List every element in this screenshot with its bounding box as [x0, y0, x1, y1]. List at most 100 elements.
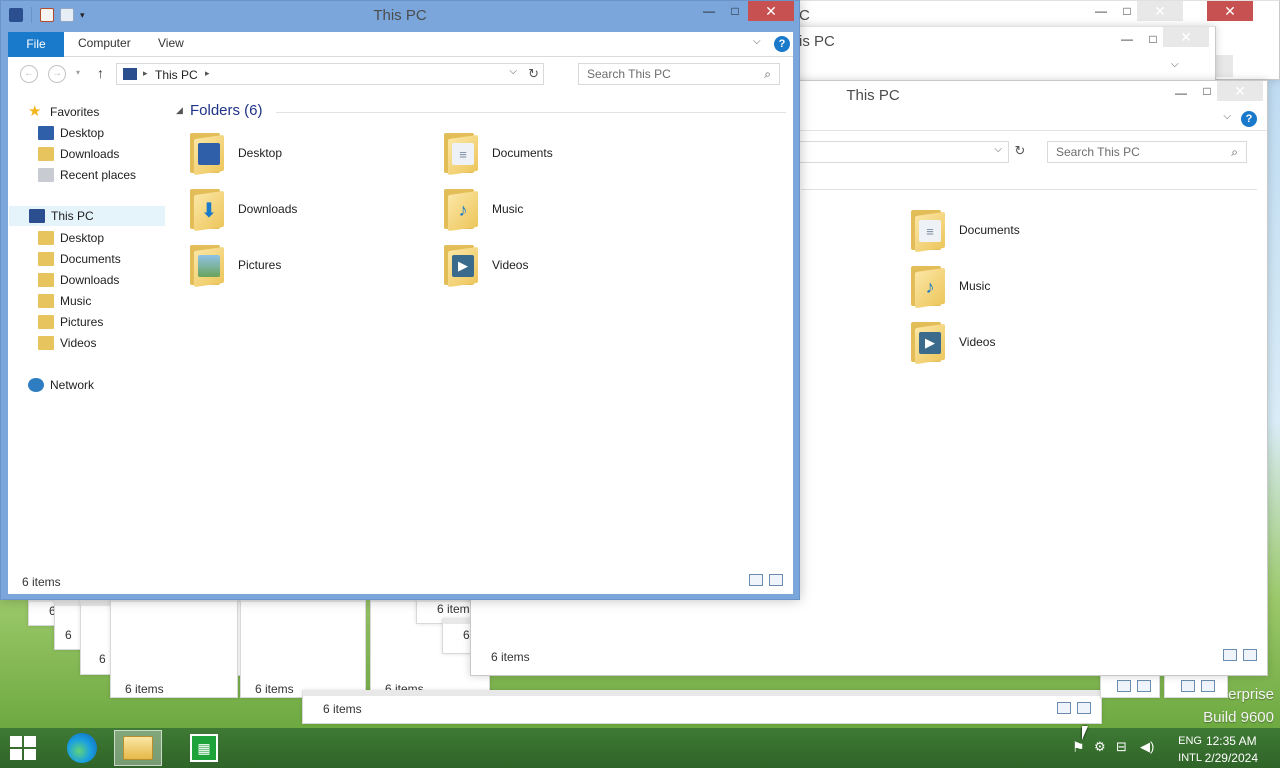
search-placeholder: Search This PC: [587, 67, 671, 81]
clock[interactable]: 12:35 AM 2/29/2024: [1205, 733, 1258, 767]
search-icon[interactable]: ⌕: [1231, 145, 1238, 160]
large-icons-view-icon[interactable]: [1137, 680, 1151, 692]
details-view-icon[interactable]: [1181, 680, 1195, 692]
start-button[interactable]: [10, 736, 38, 762]
taskbar-store[interactable]: ▦: [180, 730, 228, 766]
forward-arrow-icon[interactable]: →: [48, 65, 66, 83]
nav-pc-music[interactable]: Music: [38, 291, 91, 311]
collapse-caret-icon[interactable]: ◢: [176, 105, 183, 116]
downloads-folder-icon: ⬇: [188, 187, 224, 232]
nav-pc-downloads[interactable]: Downloads: [38, 270, 119, 290]
details-view-icon[interactable]: [1223, 649, 1237, 661]
refresh-icon[interactable]: ↻: [528, 66, 539, 82]
chevron-down-icon[interactable]: ⌵: [1223, 111, 1231, 122]
close-button[interactable]: ✕: [748, 1, 794, 21]
close-button[interactable]: ✕: [1207, 1, 1253, 21]
breadcrumb[interactable]: This PC: [155, 68, 198, 82]
maximize-button[interactable]: □: [721, 1, 749, 21]
large-icons-view-icon[interactable]: [769, 574, 783, 586]
folders-group-header[interactable]: ◢ Folders (6): [176, 102, 786, 122]
large-icons-view-icon[interactable]: [1201, 680, 1215, 692]
title-bar[interactable]: This PC — □ ✕: [1, 1, 799, 31]
minimize-button[interactable]: —: [1167, 83, 1195, 103]
back-arrow-icon[interactable]: ←: [20, 65, 38, 83]
folder-videos[interactable]: ▶ Videos: [909, 317, 1149, 367]
nav-network[interactable]: Network: [28, 375, 94, 395]
help-icon[interactable]: ?: [774, 36, 790, 52]
folder-label: Downloads: [238, 202, 298, 216]
window-body: File Computer View ⌵ ? ← → ▾ ↑ ▸ This PC…: [8, 32, 793, 594]
tab-computer[interactable]: Computer: [78, 36, 131, 50]
minimize-button[interactable]: —: [1113, 29, 1141, 49]
help-icon[interactable]: ?: [1241, 111, 1257, 127]
folder-music[interactable]: ♪ Music: [909, 261, 1149, 311]
input-language[interactable]: ENG INTL: [1178, 733, 1202, 767]
explorer-window-main[interactable]: ▾ This PC — □ ✕ File Computer View ⌵ ? ←…: [0, 0, 800, 600]
nav-favorites-desktop[interactable]: Desktop: [38, 123, 104, 143]
folder-videos[interactable]: ▶ Videos: [442, 240, 682, 290]
nav-pc-videos[interactable]: Videos: [38, 333, 96, 353]
minimize-button[interactable]: —: [1087, 1, 1115, 21]
recent-locations-icon[interactable]: ▾: [76, 68, 80, 77]
search-input[interactable]: Search This PC ⌕: [578, 63, 780, 85]
minimize-button[interactable]: —: [695, 1, 723, 21]
breadcrumb-chevron-icon[interactable]: ▸: [143, 68, 148, 79]
nav-favorites-downloads[interactable]: Downloads: [38, 144, 119, 164]
details-view-icon[interactable]: [749, 574, 763, 586]
window-title: This PC: [373, 7, 427, 24]
action-center-flag-icon[interactable]: ⚑: [1072, 739, 1085, 756]
volume-icon[interactable]: ◀): [1140, 739, 1154, 755]
expand-ribbon-icon[interactable]: ⌵: [753, 36, 761, 47]
large-icons-view-icon[interactable]: [1077, 702, 1091, 714]
folder-icon: [38, 315, 54, 329]
details-view-icon[interactable]: [1117, 680, 1131, 692]
tab-view[interactable]: View: [158, 36, 184, 50]
nav-pc-desktop[interactable]: Desktop: [38, 228, 104, 248]
breadcrumb-chevron-icon[interactable]: ▸: [205, 68, 210, 79]
nav-favorites[interactable]: ★ Favorites: [28, 102, 99, 122]
view-toggle[interactable]: [1181, 680, 1215, 692]
network-status-icon[interactable]: ⚙: [1094, 739, 1106, 755]
folder-documents[interactable]: ≡ Documents: [442, 128, 682, 178]
stacked-window[interactable]: 6 items: [110, 596, 238, 698]
up-arrow-icon[interactable]: ↑: [97, 65, 104, 81]
search-input[interactable]: Search This PC ⌕: [1047, 141, 1247, 163]
file-tab[interactable]: File: [8, 32, 64, 57]
stacked-window[interactable]: 6 items: [302, 690, 1102, 724]
computer-icon: [123, 68, 137, 80]
view-toggle[interactable]: [1117, 680, 1151, 692]
nav-this-pc[interactable]: This PC: [9, 206, 165, 226]
view-toggle[interactable]: [1223, 649, 1257, 661]
view-toggle[interactable]: [749, 574, 783, 586]
address-bar[interactable]: ▸ This PC ▸ ⌵ ↻: [116, 63, 544, 85]
explorer-window-back-2[interactable]: is PC — □ ✕ ⌵: [780, 26, 1216, 82]
search-icon[interactable]: ⌕: [764, 67, 771, 82]
ethernet-icon[interactable]: ⊟: [1116, 739, 1127, 755]
folder-music[interactable]: ♪ Music: [442, 184, 682, 234]
details-view-icon[interactable]: [1057, 702, 1071, 714]
view-toggle[interactable]: [1057, 702, 1091, 714]
clock-time: 12:35 AM: [1205, 734, 1257, 748]
pictures-folder-icon: [188, 243, 224, 288]
close-button[interactable]: ✕: [1163, 27, 1209, 47]
chevron-down-icon[interactable]: ⌵: [1171, 59, 1179, 70]
address-bar[interactable]: ⌵: [791, 141, 1009, 163]
taskbar-edge[interactable]: [58, 730, 106, 766]
folder-documents[interactable]: ≡ Documents: [909, 205, 1149, 255]
refresh-icon[interactable]: ↻: [1011, 143, 1029, 161]
nav-pc-documents[interactable]: Documents: [38, 249, 121, 269]
large-icons-view-icon[interactable]: [1243, 649, 1257, 661]
close-button[interactable]: ✕: [1137, 1, 1183, 21]
folder-downloads[interactable]: ⬇ Downloads: [188, 184, 428, 234]
folder-desktop[interactable]: Desktop: [188, 128, 428, 178]
address-dropdown-icon[interactable]: ⌵: [509, 66, 517, 77]
nav-label: Desktop: [60, 231, 105, 245]
taskbar-file-explorer[interactable]: [114, 730, 162, 766]
folder-pictures[interactable]: Pictures: [188, 240, 428, 290]
window-title: is PC: [799, 33, 835, 50]
close-button[interactable]: ✕: [1217, 81, 1263, 101]
nav-pc-pictures[interactable]: Pictures: [38, 312, 103, 332]
stacked-window[interactable]: 6 items: [240, 596, 366, 698]
chevron-down-icon[interactable]: ⌵: [994, 144, 1002, 155]
nav-favorites-recent[interactable]: Recent places: [38, 165, 136, 185]
